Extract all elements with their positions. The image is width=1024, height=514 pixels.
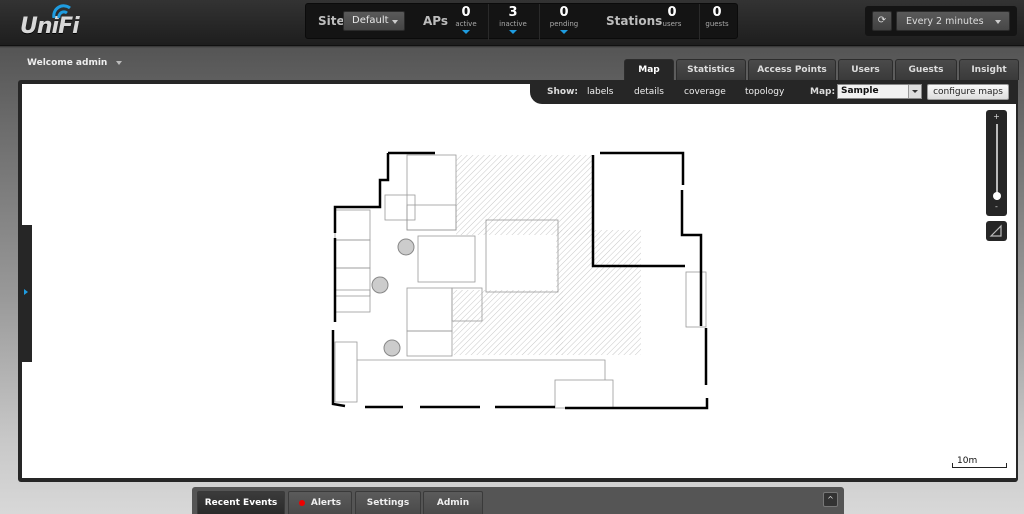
measure-button[interactable] [986, 221, 1007, 241]
chevron-down-icon [392, 20, 398, 24]
unifi-logo: UniFi [20, 4, 80, 40]
configure-maps-button[interactable]: configure maps [927, 84, 1009, 100]
toggle-labels[interactable]: labels [587, 87, 613, 97]
zoom-in-button[interactable]: + [986, 112, 1007, 121]
tab-recent-events[interactable]: Recent Events [197, 491, 285, 514]
chevron-down-icon [116, 60, 123, 65]
zoom-slider-track[interactable] [996, 124, 998, 200]
map-select[interactable]: Sample [837, 84, 922, 99]
tab-guests[interactable]: Guests [895, 59, 957, 80]
map-toolbar: Show: labels details coverage topology M… [530, 80, 1018, 104]
dropdown-arrow-icon [509, 30, 517, 34]
alerts-label: Alerts [310, 498, 342, 508]
dropdown-arrow-icon [560, 30, 568, 34]
guests-label: guests [705, 20, 729, 28]
tab-alerts[interactable]: Alerts [288, 491, 352, 514]
aps-active-label: active [455, 20, 477, 28]
tab-users[interactable]: Users [838, 59, 893, 80]
aps-pending[interactable]: 0 pending [539, 5, 589, 34]
refresh-interval-select[interactable]: Every 2 minutes [896, 11, 1010, 31]
toggle-topology[interactable]: topology [745, 87, 784, 97]
wifi-arc-icon [52, 4, 71, 18]
expand-right-icon [24, 289, 28, 295]
expand-panel-button[interactable]: ^ [823, 492, 838, 507]
refresh-interval-value: Every 2 minutes [906, 16, 984, 27]
users-label: users [662, 20, 682, 28]
tab-insight[interactable]: Insight [959, 59, 1019, 80]
chevron-down-icon [995, 20, 1001, 24]
aps-inactive-count: 3 [508, 5, 518, 20]
aps-active[interactable]: 0 active [441, 5, 491, 34]
toggle-coverage[interactable]: coverage [684, 87, 726, 97]
refresh-button[interactable]: ⟳ [872, 11, 892, 31]
floor-plan [331, 151, 709, 410]
aps-inactive[interactable]: 3 inactive [488, 5, 538, 34]
aps-inactive-label: inactive [499, 20, 527, 28]
zoom-out-button[interactable]: - [986, 202, 1007, 211]
stats-panel: Site Default APs 0 active 3 inactive 0 p… [305, 3, 738, 40]
refresh-icon: ⟳ [877, 15, 887, 26]
guests-count: 0 [712, 5, 722, 20]
refresh-panel: ⟳ Every 2 minutes [865, 6, 1017, 36]
top-bar: UniFi Site Default APs 0 active 3 inacti… [0, 0, 1024, 46]
tab-settings[interactable]: Settings [355, 491, 421, 514]
map-select-value: Sample [841, 86, 879, 96]
ruler-triangle-icon [989, 224, 1002, 237]
chevron-down-icon [908, 85, 921, 98]
aps-pending-label: pending [549, 20, 579, 28]
users-count: 0 [667, 5, 677, 20]
user-menu[interactable]: Welcome admin [27, 58, 123, 68]
toggle-details[interactable]: details [634, 87, 664, 97]
site-label: Site [318, 14, 345, 28]
aps-pending-count: 0 [559, 5, 569, 20]
map-label: Map: [810, 87, 836, 97]
tab-map[interactable]: Map [624, 59, 674, 80]
tab-access-points[interactable]: Access Points [748, 59, 836, 80]
access-points [371, 238, 415, 357]
hatched-area [453, 155, 641, 355]
zoom-slider-handle[interactable] [993, 192, 1001, 200]
tab-admin[interactable]: Admin [423, 491, 483, 514]
welcome-text: Welcome admin [27, 58, 108, 68]
stations-guests: 0 guests [692, 5, 742, 28]
alert-indicator-icon [298, 499, 305, 506]
chevron-up-icon: ^ [827, 495, 834, 504]
bottom-panel: Recent Events Alerts Settings Admin ^ [192, 487, 844, 514]
dropdown-arrow-icon [462, 30, 470, 34]
show-label: Show: [547, 87, 578, 97]
tab-statistics[interactable]: Statistics [676, 59, 746, 80]
site-value: Default [352, 15, 389, 26]
zoom-control: + - [986, 110, 1007, 216]
aps-active-count: 0 [461, 5, 471, 20]
side-panel-handle[interactable] [18, 225, 32, 362]
map-scale: 10m [952, 456, 1007, 468]
stations-users: 0 users [647, 5, 697, 28]
scale-bar [952, 463, 1007, 468]
site-select[interactable]: Default [343, 11, 405, 31]
